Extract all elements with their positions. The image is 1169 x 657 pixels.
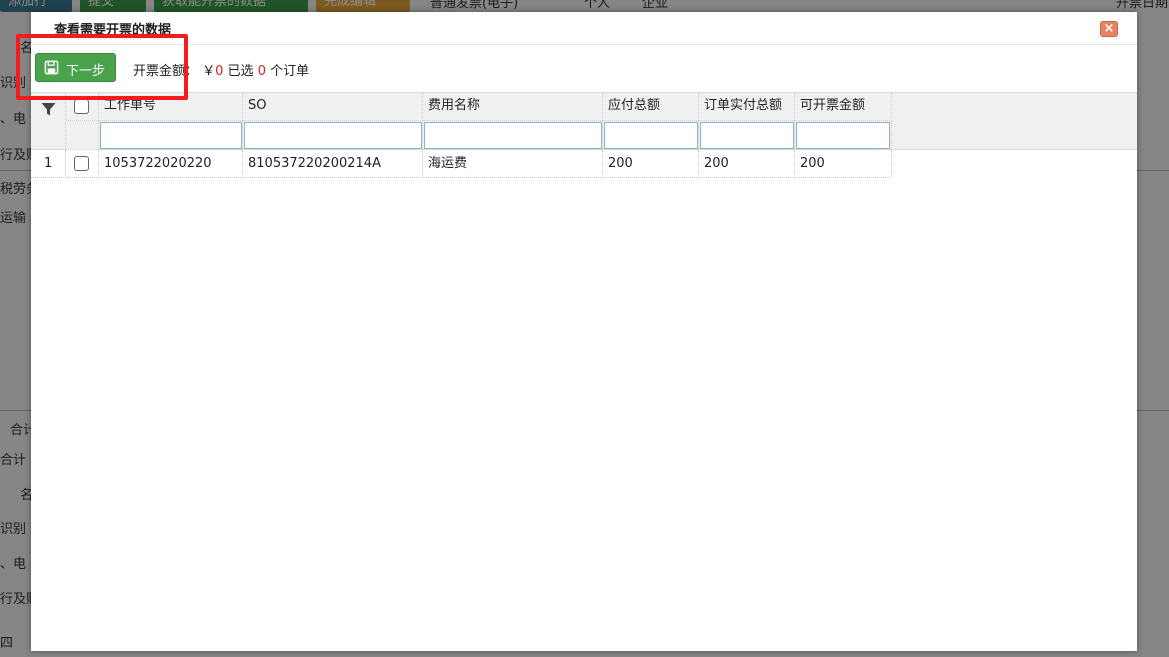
filter-input-fee-name[interactable] — [424, 122, 602, 149]
save-icon — [44, 60, 59, 75]
filter-toggle[interactable] — [31, 93, 66, 150]
invoice-amount: 0 — [215, 64, 224, 79]
filter-cell-fee-name — [423, 121, 603, 150]
cell-job-no: 1053722020220 — [99, 150, 243, 178]
filter-cell-paid — [699, 121, 795, 150]
dialog-toolbar: 下一步 开票金额： ￥0 已选 0 个订单 — [31, 46, 1137, 92]
filter-cell-invoiceable — [795, 121, 892, 150]
filter-cell-job-no — [99, 121, 243, 150]
row-checkbox[interactable] — [74, 156, 89, 171]
close-icon[interactable]: × — [1100, 21, 1118, 37]
invoice-data-dialog: 查看需要开票的数据 × 下一步 开票金额： ￥0 已选 0 个订单 工作单号 S… — [16, 12, 1137, 651]
col-header-job-no[interactable]: 工作单号 — [99, 93, 243, 121]
filter-input-job-no[interactable] — [100, 122, 242, 149]
selected-prefix: 已选 — [227, 64, 254, 79]
dialog-header: 查看需要开票的数据 × — [31, 12, 1137, 45]
cell-payable: 200 — [603, 150, 699, 178]
dialog-title: 查看需要开票的数据 — [54, 23, 172, 38]
cell-so: 810537220200214A — [243, 150, 423, 178]
row-index: 1 — [31, 150, 66, 178]
next-step-label: 下一步 — [66, 64, 106, 79]
cell-paid: 200 — [699, 150, 795, 178]
currency-symbol: ￥ — [202, 64, 216, 79]
amount-label: 开票金额： — [133, 64, 199, 79]
table-row[interactable]: 1 1053722020220 810537220200214A 海运费 200… — [31, 150, 892, 178]
next-step-button[interactable]: 下一步 — [35, 53, 116, 82]
cell-invoiceable: 200 — [795, 150, 892, 178]
row-select-cell — [66, 150, 99, 178]
select-all-checkbox[interactable] — [74, 99, 89, 114]
filter-input-payable[interactable] — [604, 122, 698, 149]
col-header-so[interactable]: SO — [243, 93, 423, 121]
cell-fee-name: 海运费 — [423, 150, 603, 178]
filter-icon — [41, 103, 56, 116]
grid-header: 工作单号 SO 费用名称 应付总额 订单实付总额 可开票金额 — [31, 92, 1137, 150]
selected-count: 0 — [257, 64, 267, 79]
col-header-invoiceable[interactable]: 可开票金额 — [795, 93, 892, 121]
filter-input-so[interactable] — [244, 122, 422, 149]
filter-cell-payable — [603, 121, 699, 150]
select-all-cell — [66, 93, 99, 121]
filter-input-invoiceable[interactable] — [796, 122, 890, 149]
selected-suffix: 个订单 — [270, 64, 310, 79]
col-header-paid[interactable]: 订单实付总额 — [699, 93, 795, 121]
filter-cell-so — [243, 121, 423, 150]
col-header-payable[interactable]: 应付总额 — [603, 93, 699, 121]
col-header-fee-name[interactable]: 费用名称 — [423, 93, 603, 121]
invoice-summary: 开票金额： ￥0 已选 0 个订单 — [133, 60, 309, 79]
filter-input-paid[interactable] — [700, 122, 794, 149]
filter-spacer — [66, 121, 99, 150]
